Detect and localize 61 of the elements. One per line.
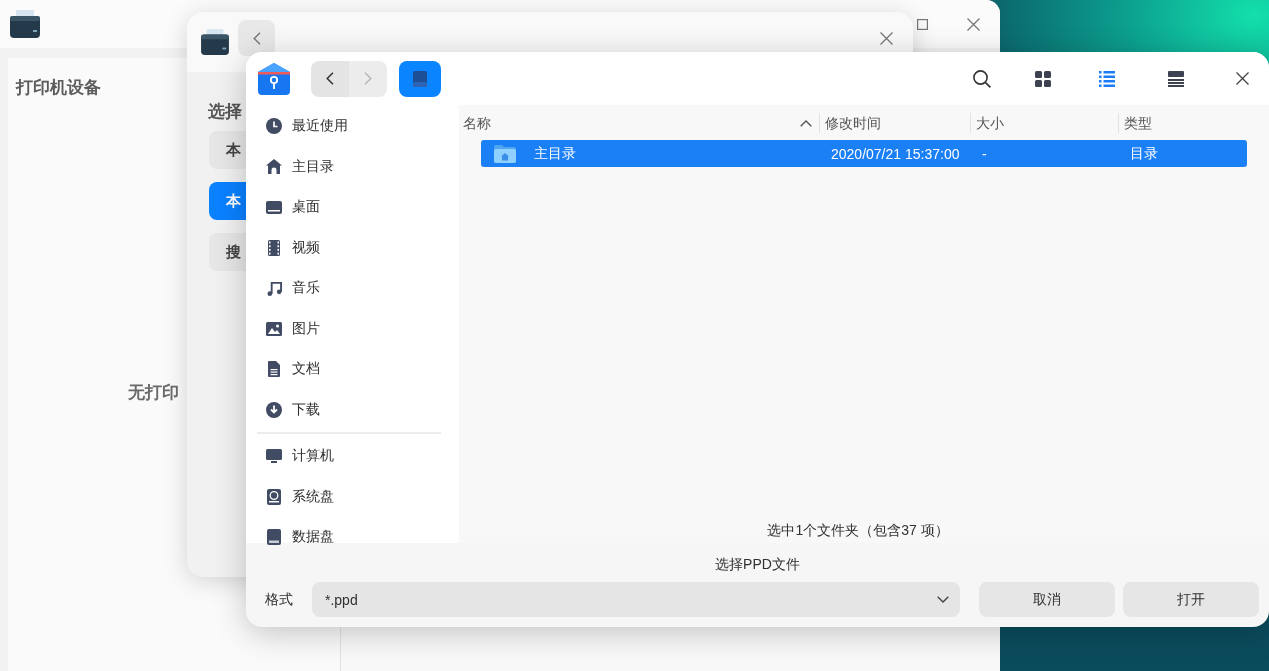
modified-date: 2020/07/21 15:37:00 [831,145,960,162]
chevron-right-icon [364,72,372,85]
panel-title: 打印机设备 [16,77,101,99]
section-heading: 选择 [208,101,242,123]
close-icon[interactable] [1235,72,1249,85]
home-folder-icon [494,144,516,163]
option-item[interactable]: 搜 [209,233,246,271]
house-icon [266,159,282,175]
file-name: 主目录 [534,144,576,163]
close-icon[interactable] [879,31,893,45]
format-label: 格式 [265,590,293,609]
sidebar-item[interactable]: 数据盘 [246,517,459,558]
format-dropdown[interactable]: *.ppd [312,582,960,617]
chevron-left-icon [326,72,334,85]
folder-icon [258,62,290,95]
column-header[interactable]: 大小 [970,113,1118,133]
grid-view-icon[interactable] [1035,70,1051,87]
breadcrumb-button[interactable] [399,60,441,97]
document-icon [268,361,280,378]
download-icon [266,401,282,418]
file-size: - [982,145,987,162]
sidebar-item[interactable]: 图片 [246,308,459,349]
column-header[interactable]: 名称 [459,113,819,133]
list-view-icon[interactable] [1099,70,1115,87]
cancel-button[interactable]: 取消 [979,582,1115,617]
search-icon[interactable] [973,69,991,88]
option-item[interactable]: 本 [209,131,246,169]
drive-icon [267,529,281,546]
option-item[interactable]: 本 [209,182,246,220]
file-type: 目录 [1130,144,1158,163]
sidebar-item[interactable]: 最近使用 [246,106,459,147]
screen-icon [266,200,282,214]
sidebar-item[interactable]: 桌面 [246,187,459,228]
empty-message: 无打印 [128,382,179,404]
open-button[interactable]: 打开 [1123,582,1259,617]
sidebar-item[interactable]: 音乐 [246,268,459,309]
sort-caret-icon [800,119,812,127]
sidebar-item[interactable]: 视频 [246,227,459,268]
sidebar-item[interactable]: 计算机 [246,436,459,477]
file-row[interactable]: 主目录 2020/07/21 15:37:00 - 目录 [481,140,1247,167]
detail-view-icon[interactable] [1168,70,1184,87]
sidebar-item[interactable]: 文档 [246,349,459,390]
maximize-icon[interactable] [916,18,928,30]
printer-icon [200,29,230,55]
monitor-icon [266,449,282,464]
music-note-icon [266,280,282,296]
drive-icon [413,70,427,87]
clock-icon [266,118,282,135]
image-icon [266,321,282,336]
sidebar-item[interactable]: 主目录 [246,146,459,187]
film-icon [268,239,280,256]
sidebar-item[interactable]: 下载 [246,389,459,430]
close-icon[interactable] [966,17,980,31]
dialog-caption: 选择PPD文件 [715,555,800,574]
chevron-down-icon [937,596,949,603]
status-text: 选中1个文件夹（包含37 项） [767,521,949,540]
chevron-left-icon [252,31,261,45]
column-header[interactable]: 修改时间 [819,113,970,133]
printer-icon [10,10,40,38]
column-header[interactable]: 类型 [1118,113,1269,133]
sidebar-item[interactable]: 系统盘 [246,476,459,517]
